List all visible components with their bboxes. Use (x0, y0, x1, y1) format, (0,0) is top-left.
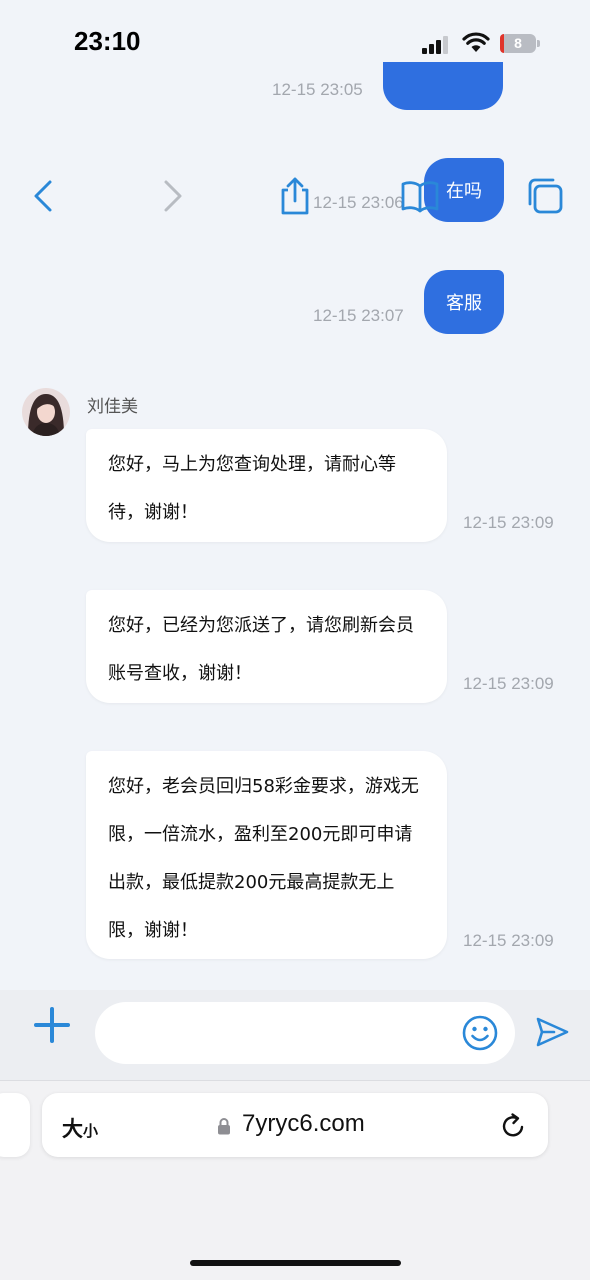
message-time: 12-15 23:09 (463, 513, 554, 532)
message-text: 您好，老会员回归58彩金要求，游戏无限，一倍流水，盈利至200元即可申请出款，最… (108, 776, 419, 941)
home-indicator (190, 1260, 401, 1266)
emoji-icon[interactable] (462, 1015, 498, 1051)
back-icon[interactable] (24, 176, 64, 216)
message-text: 在吗 (446, 181, 482, 202)
browser-chrome: 大小 7yryc6.com (0, 1080, 590, 1280)
message-time: 12-15 23:07 (313, 306, 404, 325)
previous-tab-preview[interactable] (0, 1093, 30, 1157)
message-text: 客服 (446, 293, 482, 314)
wifi-icon (462, 32, 490, 52)
sender-name: 刘佳美 (87, 397, 138, 417)
message-time: 12-15 23:09 (463, 674, 554, 693)
message-time: 12-15 23:05 (272, 80, 363, 99)
plus-icon[interactable] (34, 1007, 70, 1043)
incoming-message[interactable]: 您好，老会员回归58彩金要求，游戏无限，一倍流水，盈利至200元即可申请出款，最… (86, 751, 447, 959)
cellular-signal-icon (422, 34, 454, 54)
outgoing-message[interactable]: 客服 (424, 270, 504, 334)
incoming-message[interactable]: 您好，马上为您查询处理，请耐心等待，谢谢！ (86, 429, 447, 542)
battery-indicator: 8 (500, 34, 540, 53)
address-bar[interactable]: 大小 7yryc6.com (42, 1093, 548, 1157)
message-time: 12-15 23:09 (463, 931, 554, 950)
incoming-message[interactable]: 您好，已经为您派送了，请您刷新会员账号查收，谢谢！ (86, 590, 447, 703)
tabs-icon[interactable] (525, 176, 565, 216)
text-size-big: 大 (62, 1117, 83, 1141)
status-time: 23:10 (74, 26, 141, 56)
message-time: 12-15 23:06 (313, 193, 404, 212)
reload-icon[interactable] (500, 1112, 528, 1140)
lock-icon (218, 1118, 230, 1135)
message-input-bar (0, 990, 590, 1080)
share-icon[interactable] (275, 176, 315, 216)
bookmarks-icon[interactable] (400, 176, 440, 216)
text-size-button[interactable]: 大小 (62, 1113, 98, 1143)
message-input[interactable] (95, 1002, 515, 1064)
outgoing-message[interactable] (383, 62, 503, 110)
message-text: 您好，马上为您查询处理，请耐心等待，谢谢！ (108, 454, 396, 523)
text-size-small: 小 (83, 1122, 99, 1140)
forward-icon[interactable] (152, 176, 192, 216)
url-text[interactable]: 7yryc6.com (242, 1110, 365, 1138)
message-text: 您好，已经为您派送了，请您刷新会员账号查收，谢谢！ (108, 615, 414, 684)
agent-avatar[interactable] (22, 388, 70, 436)
send-icon[interactable] (534, 1014, 570, 1050)
